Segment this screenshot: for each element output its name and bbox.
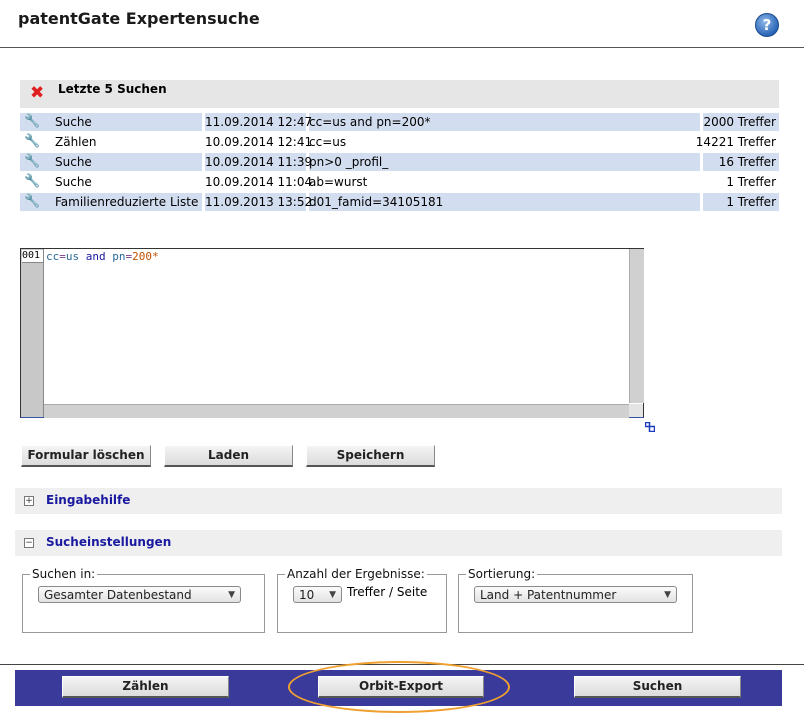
result-count-select[interactable]: 10 ▼ [293, 586, 342, 603]
collapse-icon[interactable]: − [24, 538, 34, 548]
sort-select[interactable]: Land + Patentnummer ▼ [474, 586, 677, 603]
search-in-select[interactable]: Gesamter Datenbestand ▼ [38, 586, 241, 603]
clear-form-button[interactable]: Formular löschen [21, 445, 151, 467]
result-count-legend: Anzahl der Ergebnisse: [287, 567, 425, 581]
search-query: d01_famid=34105181 [309, 195, 444, 209]
header-divider [0, 47, 804, 48]
wrench-icon[interactable]: 🔧 [24, 173, 42, 191]
search-query: pn>0 _profil_ [309, 155, 389, 169]
search-datetime: 10.09.2014 11:04 [205, 175, 313, 189]
search-type: Zählen [55, 135, 97, 149]
search-type: Suche [55, 115, 92, 129]
load-button[interactable]: Laden [164, 445, 293, 467]
query-editor[interactable]: 001 cc=us and pn=200* [20, 248, 644, 418]
sort-legend: Sortierung: [468, 567, 536, 581]
search-in-legend: Suchen in: [32, 567, 96, 581]
search-datetime: 11.09.2014 12:47 [205, 115, 313, 129]
search-type: Familienreduzierte Liste [55, 195, 199, 209]
search-query: cc=us [309, 135, 347, 149]
wrench-icon[interactable]: 🔧 [24, 133, 42, 151]
sort-value: Land + Patentnummer [480, 588, 617, 602]
search-query: cc=us and pn=200* [309, 115, 431, 129]
chevron-down-icon: ▼ [329, 590, 336, 600]
search-settings-label[interactable]: Sucheinstellungen [46, 535, 171, 549]
query-text[interactable]: cc=us and pn=200* [46, 250, 159, 264]
search-settings-section[interactable]: − Sucheinstellungen [15, 530, 782, 556]
input-help-label[interactable]: Eingabehilfe [46, 493, 130, 507]
search-hits: 16 Treffer [718, 155, 776, 169]
result-count-value: 10 [299, 588, 315, 602]
result-count-suffix: Treffer / Seite [347, 585, 428, 599]
search-hits: 1 Treffer [726, 195, 776, 209]
search-hits: 2000 Treffer [703, 115, 776, 129]
search-type: Suche [55, 175, 92, 189]
search-button[interactable]: Suchen [574, 676, 741, 698]
scrollbar-corner [629, 404, 643, 417]
search-hits: 14221 Treffer [695, 135, 776, 149]
close-icon[interactable]: ✖ [30, 85, 44, 102]
search-datetime: 10.09.2014 11:39 [205, 155, 313, 169]
expand-icon[interactable]: + [24, 496, 34, 506]
recent-search-row[interactable]: 🔧 Suche 11.09.2014 12:47 cc=us and pn=20… [20, 113, 779, 131]
horizontal-scrollbar[interactable] [44, 404, 629, 418]
recent-searches-title: Letzte 5 Suchen [58, 82, 167, 96]
recent-search-row[interactable]: 🔧 Familienreduzierte Liste 11.09.2013 13… [20, 193, 779, 211]
count-button[interactable]: Zählen [62, 676, 229, 698]
recent-search-row[interactable]: 🔧 Suche 10.09.2014 11:04 ab=wurst 1 Tref… [20, 173, 779, 191]
resize-handle-icon[interactable] [645, 422, 655, 432]
line-number: 001 [22, 250, 43, 263]
recent-search-row[interactable]: 🔧 Suche 10.09.2014 11:39 pn>0 _profil_ 1… [20, 153, 779, 171]
input-help-section[interactable]: + Eingabehilfe [15, 488, 782, 514]
line-number-gutter: 001 [21, 249, 44, 417]
search-type: Suche [55, 155, 92, 169]
search-query: ab=wurst [309, 175, 368, 189]
search-datetime: 11.09.2013 13:52 [205, 195, 313, 209]
search-in-value: Gesamter Datenbestand [44, 588, 192, 602]
save-button[interactable]: Speichern [306, 445, 435, 467]
wrench-icon[interactable]: 🔧 [24, 193, 42, 211]
search-hits: 1 Treffer [726, 175, 776, 189]
help-icon[interactable]: ? [755, 13, 779, 37]
wrench-icon[interactable]: 🔧 [24, 113, 42, 131]
app-title: patentGate Expertensuche [18, 9, 260, 28]
search-datetime: 10.09.2014 12:41 [205, 135, 313, 149]
vertical-scrollbar[interactable] [629, 249, 644, 403]
chevron-down-icon: ▼ [228, 590, 235, 600]
recent-search-row[interactable]: 🔧 Zählen 10.09.2014 12:41 cc=us 14221 Tr… [20, 133, 779, 151]
chevron-down-icon: ▼ [664, 590, 671, 600]
wrench-icon[interactable]: 🔧 [24, 153, 42, 171]
highlight-oval [288, 661, 510, 713]
